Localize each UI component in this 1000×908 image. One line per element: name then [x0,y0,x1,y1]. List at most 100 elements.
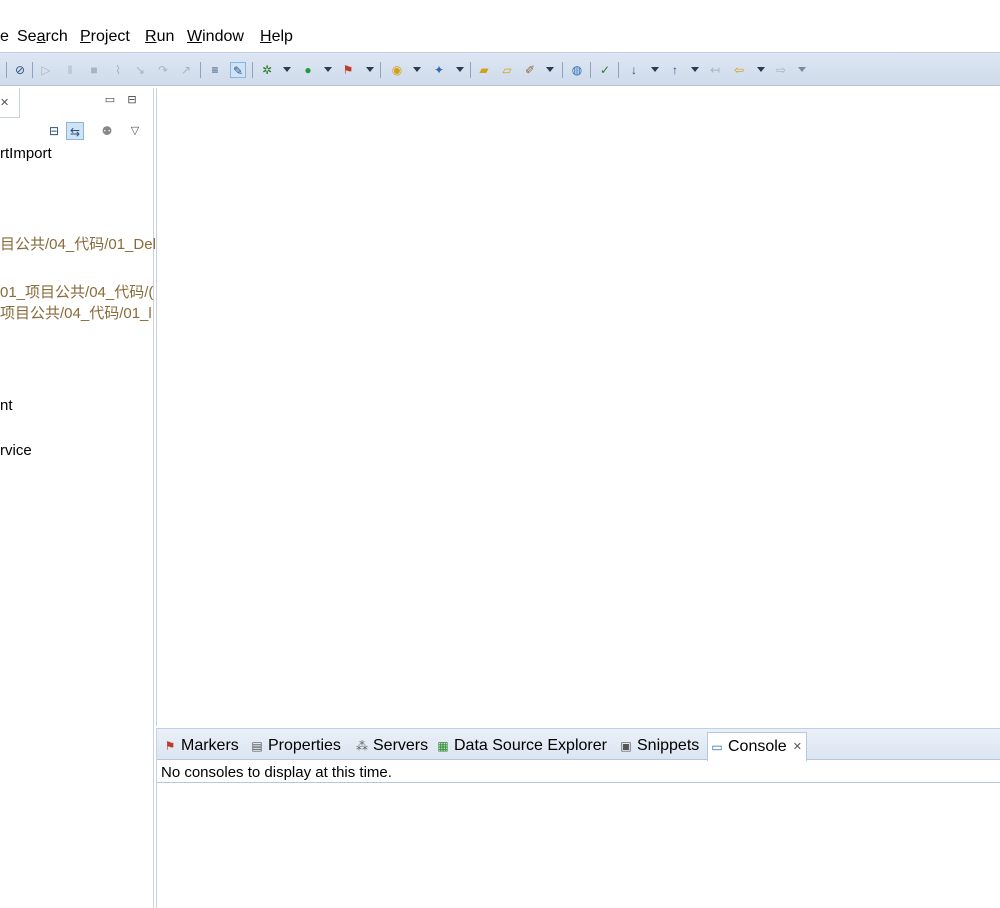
search-icon[interactable]: ✐ [522,62,538,78]
next-annotation-dropdown-icon[interactable] [651,67,659,72]
tab-properties[interactable]: ▤ Properties [250,735,341,757]
tab-servers-label: Servers [373,737,429,754]
collapse-all-icon[interactable]: ⊟ [45,122,63,140]
menu-file[interactable]: e [0,28,9,46]
menu-project-label: roject [90,28,130,45]
focus-task-icon[interactable]: ⚉ [98,122,116,140]
step-return-icon[interactable]: ↗ [178,62,194,78]
tab-markers-label: Markers [181,737,239,754]
menu-help[interactable]: Help [260,28,293,46]
tree-item[interactable]: nt [0,397,13,415]
bottom-views-panel: ⚑ Markers ▤ Properties ⁂ Servers ▦ Data … [156,728,1000,908]
web-browser-icon[interactable]: ◍ [569,62,585,78]
disconnect-icon[interactable]: ⌇ [110,62,126,78]
menu-run-label: un [156,28,175,45]
data-source-icon: ▦ [437,739,449,753]
step-over-icon[interactable]: ↷ [155,62,171,78]
toolbar-separator [200,62,201,78]
tab-properties-label: Properties [268,737,341,754]
tab-data-source-explorer[interactable]: ▦ Data Source Explorer [436,735,607,757]
toolbar-separator [252,62,253,78]
step-into-icon[interactable]: ↘ [132,62,148,78]
menu-search-label-a: Se [17,28,37,45]
next-annotation-icon[interactable]: ↓ [626,62,642,78]
tree-item[interactable]: rtImport [0,145,52,163]
menu-window-mnemonic: W [187,28,203,45]
main-toolbar: ⊘ ▷ ‖ ■ ⌇ ↘ ↷ ↗ ≡ ✎ ✲ ● ⚑ ◉ ✦ ▰ ▱ ✐ ◍ ✓ … [0,52,1000,86]
package-explorer-tab[interactable]: ✕ [0,88,20,118]
toolbar-separator [470,62,471,78]
link-with-editor-icon[interactable]: ⇆ [66,122,84,140]
run-icon[interactable]: ● [300,62,316,78]
snippets-icon: ▣ [620,739,632,753]
minimize-icon[interactable]: ▭ [104,94,116,106]
external-tools-icon[interactable]: ⚑ [340,62,356,78]
toolbar-separator [618,62,619,78]
toolbar-separator [380,62,381,78]
tab-data-source-explorer-label: Data Source Explorer [454,737,607,754]
menu-help-label: elp [271,28,293,45]
resume-icon[interactable]: ▷ [38,62,54,78]
close-icon[interactable]: ✕ [0,96,9,109]
run-dropdown-icon[interactable] [324,67,332,72]
open-folder-icon[interactable]: ▱ [499,62,515,78]
menu-run[interactable]: Run [145,28,174,46]
maximize-icon[interactable]: ⊟ [126,94,138,106]
toolbar-separator [32,62,33,78]
tab-servers[interactable]: ⁂ Servers [355,735,428,757]
search-dropdown-icon[interactable] [546,67,554,72]
skip-breakpoints-icon[interactable]: ⊘ [12,62,28,78]
back-icon[interactable]: ⇦ [731,62,747,78]
new-wizard-dropdown-icon[interactable] [456,67,464,72]
menu-project-mnemonic: P [80,28,91,45]
menu-search-label-b: rch [45,28,68,45]
console-empty-message: No consoles to display at this time. [161,764,392,781]
tab-console[interactable]: ▭ Console ✕ [707,732,807,761]
menu-help-mnemonic: H [260,28,272,45]
view-menu-icon[interactable]: ▽ [126,122,144,140]
markers-icon: ⚑ [164,739,176,753]
new-server-dropdown-icon[interactable] [413,67,421,72]
menu-file-label: e [0,28,9,45]
tab-snippets-label: Snippets [637,737,700,754]
debug-dropdown-icon[interactable] [283,67,291,72]
servers-icon: ⁂ [356,739,368,753]
terminate-icon[interactable]: ■ [86,62,102,78]
previous-annotation-dropdown-icon[interactable] [691,67,699,72]
new-wizard-icon[interactable]: ✦ [431,62,447,78]
use-step-filters-icon[interactable]: ≡ [207,62,223,78]
menu-bar: e Search Project Run Window Help [0,26,1000,50]
tab-console-label: Console [728,738,787,755]
editor-area[interactable] [156,88,1000,726]
new-server-icon[interactable]: ◉ [389,62,405,78]
menu-search[interactable]: Search [17,28,68,46]
console-divider [157,782,1000,783]
menu-run-mnemonic: R [145,28,157,45]
close-icon[interactable]: ✕ [793,736,802,758]
suspend-icon[interactable]: ‖ [62,62,78,78]
forward-icon[interactable]: ⇨ [773,62,789,78]
annotation-icon[interactable]: ✓ [597,62,613,78]
properties-icon: ▤ [251,739,263,753]
console-icon: ▭ [711,740,723,754]
eclipse-window: e Search Project Run Window Help ⊘ ▷ ‖ ■… [0,0,1000,908]
menu-window[interactable]: Window [187,28,244,46]
tab-markers[interactable]: ⚑ Markers [163,735,239,757]
tab-snippets[interactable]: ▣ Snippets [619,735,699,757]
tree-item[interactable]: rvice [0,442,32,460]
tree-item[interactable]: 项目公共/04_代码/01_l [0,305,152,323]
last-edit-location-icon[interactable]: ↤ [707,62,723,78]
forward-dropdown-icon[interactable] [798,67,806,72]
tree-item[interactable]: 01_项目公共/04_代码/( [0,284,153,302]
tree-item[interactable]: 目公共/04_代码/01_Del [0,236,156,254]
toolbar-separator [590,62,591,78]
bottom-tabbar: ⚑ Markers ▤ Properties ⁂ Servers ▦ Data … [157,728,1000,761]
previous-annotation-icon[interactable]: ↑ [667,62,683,78]
back-dropdown-icon[interactable] [757,67,765,72]
menu-window-label: indow [202,28,244,45]
toggle-mark-occurrences-icon[interactable]: ✎ [230,62,246,78]
external-tools-dropdown-icon[interactable] [366,67,374,72]
debug-icon[interactable]: ✲ [259,62,275,78]
open-type-icon[interactable]: ▰ [476,62,492,78]
menu-project[interactable]: Project [80,28,130,46]
